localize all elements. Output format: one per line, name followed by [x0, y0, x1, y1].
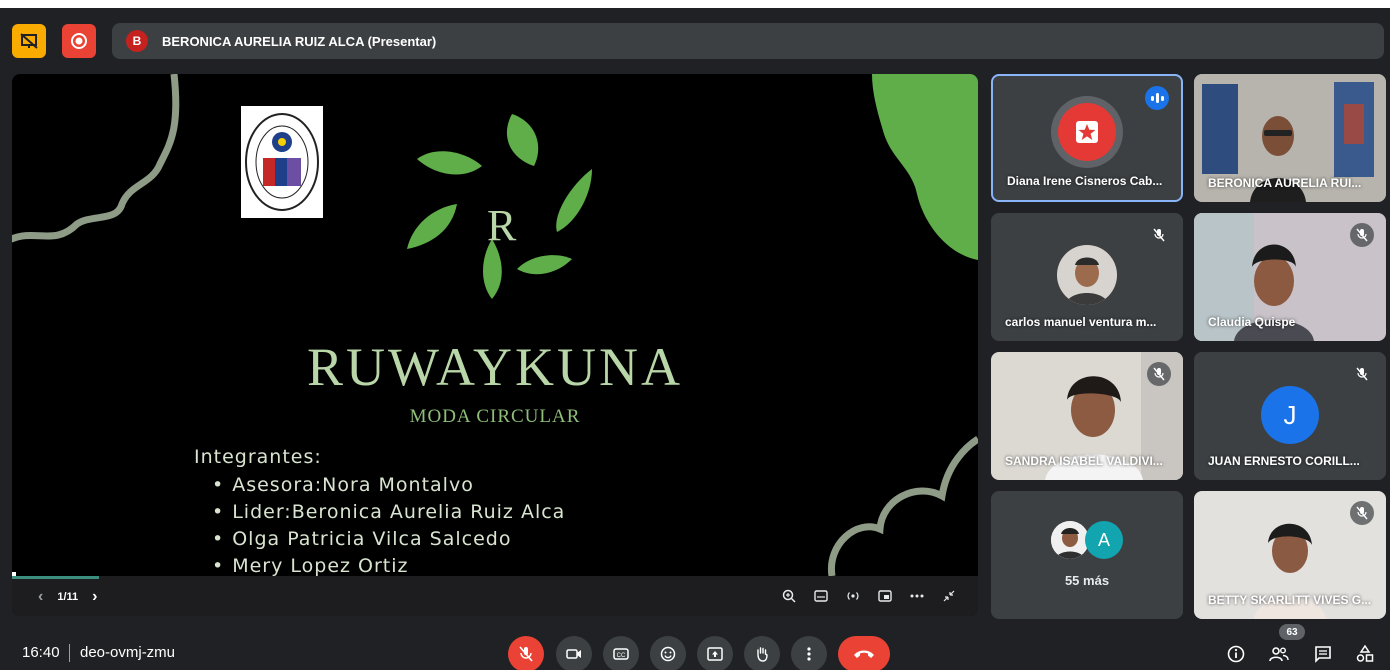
- participant-initial: J: [1283, 399, 1297, 430]
- chat-icon[interactable]: [1311, 642, 1335, 666]
- captions-icon[interactable]: [812, 586, 830, 606]
- participant-avatar: J: [1261, 386, 1319, 444]
- slide-tools: [780, 586, 958, 606]
- next-page-button[interactable]: ›: [92, 588, 97, 606]
- divider: [69, 644, 70, 662]
- more-avatar-initial: A: [1085, 521, 1123, 559]
- bottom-bar: 16:40 deo-ovmj-zmu CC: [0, 630, 1390, 670]
- participant-name: JUAN ERNESTO CORILL...: [1208, 454, 1360, 468]
- page-indicator: 1/11: [57, 591, 79, 603]
- participant-tile[interactable]: BETTY SKARLITT VIVES G...: [1194, 491, 1386, 619]
- presenter-avatar: B: [126, 30, 148, 52]
- presenter-label: BERONICA AURELIA RUIZ ALCA (Presentar): [162, 33, 437, 49]
- more-participants-tile[interactable]: A 55 más: [991, 491, 1183, 619]
- leave-call-button[interactable]: [838, 636, 890, 670]
- participant-tile[interactable]: SANDRA ISABEL VALDIVI...: [991, 352, 1183, 480]
- participant-tile[interactable]: BERONICA AURELIA RUI...: [1194, 74, 1386, 202]
- muted-mic-icon: [1147, 362, 1171, 386]
- hang-up-icon: [854, 650, 874, 658]
- member-item: Olga Patricia Vilca Salcedo: [212, 528, 565, 555]
- slide-title: RUWAYKUNA: [306, 337, 684, 397]
- leaf-logo-letter: R: [487, 201, 517, 250]
- hand-icon: [757, 647, 768, 662]
- more-participants-label: 55 más: [1064, 573, 1110, 588]
- more-avatar-letter: A: [1097, 529, 1110, 550]
- camera-button[interactable]: [556, 636, 592, 670]
- mic-off-icon: [519, 646, 533, 662]
- participant-name: carlos manuel ventura m...: [1005, 315, 1157, 329]
- meeting-details-icon[interactable]: [1224, 642, 1248, 666]
- slide-progress-bar: [12, 576, 99, 579]
- raise-hand-button[interactable]: [744, 636, 780, 670]
- participant-name: BETTY SKARLITT VIVES G...: [1208, 593, 1372, 607]
- university-crest: [241, 106, 323, 218]
- recording-button[interactable]: [62, 24, 96, 58]
- slide-subtitle: MODA CIRCULAR: [409, 406, 581, 427]
- more-options-icon[interactable]: [908, 586, 926, 606]
- presentation-toggle-button[interactable]: [12, 24, 46, 58]
- participant-tile[interactable]: J JUAN ERNESTO CORILL...: [1194, 352, 1386, 480]
- muted-mic-icon: [1350, 362, 1374, 386]
- activities-icon[interactable]: [1353, 642, 1377, 666]
- member-item: Asesora:Nora Montalvo: [212, 474, 565, 501]
- microphone-button[interactable]: [508, 636, 544, 670]
- members-heading: Integrantes:: [194, 446, 322, 468]
- page-navigation: ‹ 1/11 ›: [38, 588, 97, 606]
- closed-captions-icon: CC: [613, 648, 629, 660]
- presentation-off-icon: [20, 33, 38, 49]
- muted-mic-icon: [1350, 223, 1374, 247]
- member-item: Lider:Beronica Aurelia Ruiz Alca: [212, 501, 565, 528]
- previous-page-button[interactable]: ‹: [38, 588, 43, 606]
- emoji-icon: [660, 646, 676, 662]
- svg-text:CC: CC: [617, 653, 626, 659]
- top-bar: B BERONICA AURELIA RUIZ ALCA (Presentar): [0, 8, 1390, 68]
- participant-name: SANDRA ISABEL VALDIVI...: [1005, 454, 1163, 468]
- picture-in-picture-icon[interactable]: [876, 586, 894, 606]
- more-avatar-photo: [1051, 521, 1089, 559]
- participant-tile[interactable]: Diana Irene Cisneros Cab...: [991, 74, 1183, 202]
- more-options-button[interactable]: [791, 636, 827, 670]
- present-now-button[interactable]: [697, 636, 733, 670]
- more-vert-icon: [807, 647, 811, 661]
- present-icon: [707, 647, 723, 661]
- clock: 16:40: [22, 644, 60, 661]
- camera-icon: [566, 649, 581, 659]
- participant-tile[interactable]: carlos manuel ventura m...: [991, 213, 1183, 341]
- captions-button[interactable]: CC: [603, 636, 639, 670]
- people-icon[interactable]: [1267, 642, 1291, 666]
- participant-avatar: [1051, 96, 1123, 168]
- participant-count-badge: 63: [1279, 624, 1305, 640]
- muted-mic-icon: [1350, 501, 1374, 525]
- muted-mic-icon: [1147, 223, 1171, 247]
- members-list: Asesora:Nora Montalvo Lider:Beronica Aur…: [212, 474, 565, 582]
- slide-controls-bar: ‹ 1/11 ›: [12, 576, 978, 616]
- crest-emblem-icon: [245, 113, 319, 211]
- broadcast-icon[interactable]: [844, 586, 862, 606]
- participant-name: BERONICA AURELIA RUI...: [1208, 176, 1362, 190]
- minimize-icon[interactable]: [940, 586, 958, 606]
- reactions-button[interactable]: [650, 636, 686, 670]
- meet-window: B BERONICA AURELIA RUIZ ALCA (Presentar): [0, 0, 1390, 670]
- speaking-indicator-icon: [1145, 86, 1169, 110]
- participant-avatar: [1057, 245, 1117, 305]
- presenter-chip[interactable]: B BERONICA AURELIA RUIZ ALCA (Presentar): [112, 23, 1384, 59]
- participant-tile[interactable]: Claudia Quispe: [1194, 213, 1386, 341]
- zoom-in-icon[interactable]: [780, 586, 798, 606]
- meeting-code: deo-ovmj-zmu: [80, 644, 176, 661]
- presentation-stage[interactable]: R RUWAYKUNA MODA CIRCULAR Integrantes: A…: [12, 74, 978, 616]
- participant-name: Claudia Quispe: [1208, 315, 1296, 329]
- star-icon: [1076, 121, 1098, 143]
- record-icon: [71, 33, 87, 49]
- window-top-edge: [0, 0, 1390, 8]
- participant-name: Diana Irene Cisneros Cab...: [1007, 174, 1163, 188]
